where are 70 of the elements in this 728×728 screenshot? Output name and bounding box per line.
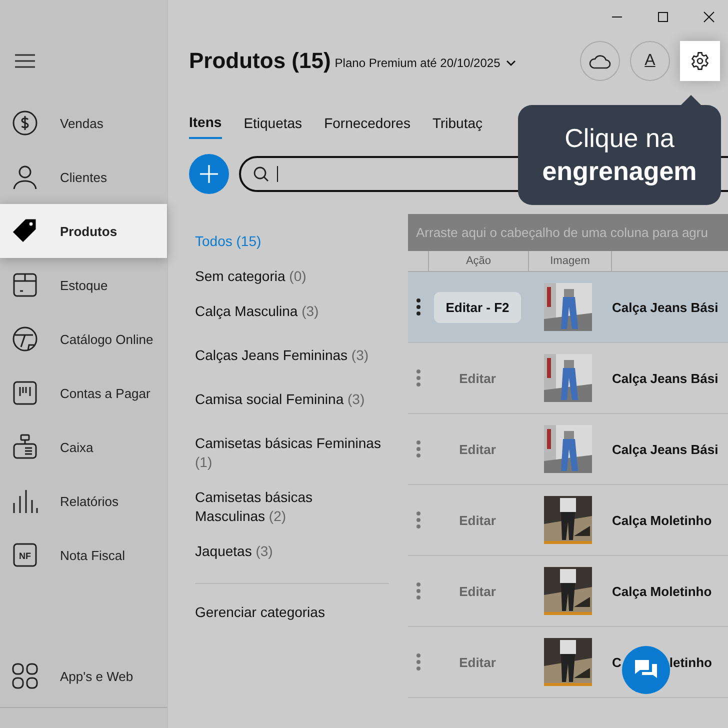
bar-chart-icon [12, 488, 38, 514]
document-icon: NF [12, 542, 38, 568]
box-icon [12, 272, 38, 298]
sidebar-item[interactable]: Clientes [0, 150, 167, 204]
maximize-icon[interactable] [657, 11, 669, 23]
dollar-icon [12, 110, 38, 136]
sidebar-item[interactable]: Vendas [0, 96, 167, 150]
table-row[interactable]: Editar Calça Jeans Bási [408, 414, 728, 485]
plus-icon [199, 164, 219, 184]
close-icon[interactable] [703, 11, 715, 23]
product-name: Calça Jeans Bási [612, 300, 718, 314]
more-icon[interactable] [416, 298, 420, 316]
edit-button[interactable]: Editar [447, 434, 508, 464]
tab[interactable]: Itens [189, 103, 222, 139]
sidebar-item[interactable]: Produtos [0, 204, 167, 258]
tooltip-text: Clique na engrenagem [541, 122, 698, 188]
table-row[interactable]: Editar Calça Moletinho [408, 556, 728, 627]
edit-button[interactable]: Editar - F2 [434, 292, 522, 322]
column-header[interactable]: Ação [428, 251, 528, 271]
category-item[interactable]: Camisetas básicas Masculinas (2) [195, 480, 385, 534]
sidebar-item[interactable]: NF Nota Fiscal [0, 528, 167, 582]
person-icon [12, 164, 38, 190]
cloud-button[interactable] [580, 41, 620, 81]
tab[interactable]: Tributaç [432, 103, 483, 139]
product-name: Calça Jeans Bási [612, 370, 718, 386]
table-row[interactable]: Editar Calça Jeans Bási [408, 343, 728, 414]
tab[interactable]: Etiquetas [244, 103, 302, 139]
group-hint: Arraste aqui o cabeçalho de uma coluna para agru [416, 225, 708, 240]
category-item[interactable]: Calça Masculina (3) [195, 294, 385, 329]
manage-categories-link[interactable]: Gerenciar categorias [195, 604, 389, 620]
table-row[interactable]: Editar - F2 Calça Jeans Bási [408, 272, 728, 343]
gear-icon [690, 51, 710, 71]
category-item[interactable]: Camisetas básicas Femininas (1) [195, 426, 385, 480]
grid-icon [12, 663, 38, 689]
register-icon [12, 434, 38, 460]
product-name: letinho [669, 654, 712, 670]
add-button[interactable] [189, 154, 229, 194]
edit-button[interactable]: Editar [447, 576, 508, 606]
edit-button[interactable]: Editar [447, 362, 508, 394]
chevron-icon [506, 60, 516, 66]
product-name: Calça Jeans Bási [612, 442, 718, 456]
table-row[interactable]: Editar Calça Moletinho [408, 485, 728, 556]
category-item[interactable]: Calças Jeans Femininas (3) [195, 329, 385, 382]
sidebar-item[interactable]: Caixa [0, 420, 167, 474]
sidebar-item[interactable]: Estoque [0, 258, 167, 312]
sidebar-item[interactable]: Catálogo Online [0, 312, 167, 366]
menu-icon[interactable] [15, 54, 35, 68]
plan-dropdown[interactable]: Plano Premium até 20/10/2025 [330, 56, 516, 70]
product-name: Calça Moletinho [612, 512, 712, 528]
edit-button[interactable]: Editar [447, 646, 508, 678]
sidebar-item[interactable]: Contas a Pagar [0, 366, 167, 420]
globe-icon [12, 326, 38, 352]
edit-button[interactable]: Editar [447, 504, 508, 536]
font-button[interactable]: A [630, 41, 670, 81]
barcode-icon [12, 380, 38, 406]
page-title: Produtos (15) [189, 48, 331, 74]
tab[interactable]: Fornecedores [324, 103, 410, 139]
sidebar-item[interactable]: Relatórios [0, 474, 167, 528]
category-item[interactable]: Camisa social Feminina (3) [195, 382, 385, 426]
category-item[interactable]: Jaquetas (3) [195, 534, 385, 569]
search-icon [253, 166, 269, 182]
category-item[interactable]: Sem categoria (0) [195, 259, 385, 294]
chat-button[interactable] [622, 646, 670, 694]
column-header[interactable]: Imagem [528, 251, 611, 271]
sidebar-item[interactable]: App's e Web [0, 649, 167, 708]
product-name: Calça Moletinho [612, 584, 712, 598]
cloud-icon [589, 53, 611, 69]
settings-button[interactable] [680, 41, 720, 81]
tag-icon [12, 218, 38, 244]
product-name: C [612, 654, 622, 670]
